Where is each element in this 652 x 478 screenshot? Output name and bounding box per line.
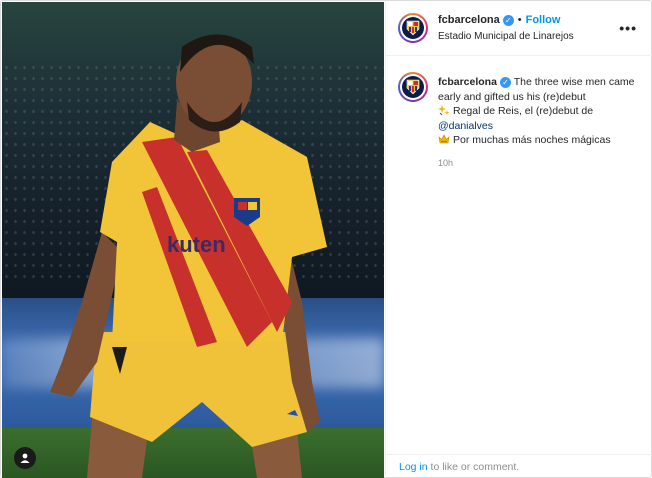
post-side-panel: fcbarcelona ✓ • Follow Estadio Municipal de… xyxy=(385,2,652,478)
caption-username[interactable]: fcbarcelona xyxy=(438,76,497,88)
dot-separator: • xyxy=(517,14,522,26)
post-photo[interactable]: kuten xyxy=(2,2,384,478)
user-tags-icon[interactable] xyxy=(14,447,36,469)
location-link[interactable]: Estadio Municipal de Linarejos xyxy=(438,31,574,42)
mention-link[interactable]: @danialves xyxy=(438,120,493,132)
login-link[interactable]: Log in xyxy=(399,461,428,473)
login-prompt-text: to like or comment. xyxy=(427,461,520,473)
fcb-crest-icon xyxy=(402,76,424,98)
post-header: fcbarcelona ✓ • Follow Estadio Municipal de… xyxy=(386,2,652,56)
caption-text: fcbarcelona ✓ The three wise men came ear… xyxy=(438,75,646,148)
fcb-crest-icon xyxy=(402,17,424,39)
more-options-icon[interactable]: ••• xyxy=(619,20,637,36)
instagram-post: kuten fcbarcelona ✓ • Follow Estadio Mun… xyxy=(0,0,652,478)
verified-badge-icon: ✓ xyxy=(499,76,511,88)
header-user-line: fcbarcelona ✓ • Follow xyxy=(438,14,560,26)
post-timestamp[interactable]: 10h xyxy=(438,158,453,168)
caption-line-2: Regal de Reis, el (re)debut de xyxy=(453,105,594,117)
caption-avatar[interactable] xyxy=(398,72,428,102)
avatar[interactable] xyxy=(398,13,428,43)
crown-emoji-icon xyxy=(438,133,450,145)
caption-line-3: Por muchas más noches mágicas xyxy=(453,134,611,146)
svg-text:kuten: kuten xyxy=(167,232,226,257)
login-prompt: Log in to like or comment. xyxy=(386,454,652,478)
username-link[interactable]: fcbarcelona xyxy=(438,14,500,26)
verified-badge-icon: ✓ xyxy=(502,14,514,26)
follow-button[interactable]: Follow xyxy=(526,14,561,26)
photo-player: kuten xyxy=(50,34,327,478)
sparkle-emoji-icon xyxy=(438,104,450,116)
